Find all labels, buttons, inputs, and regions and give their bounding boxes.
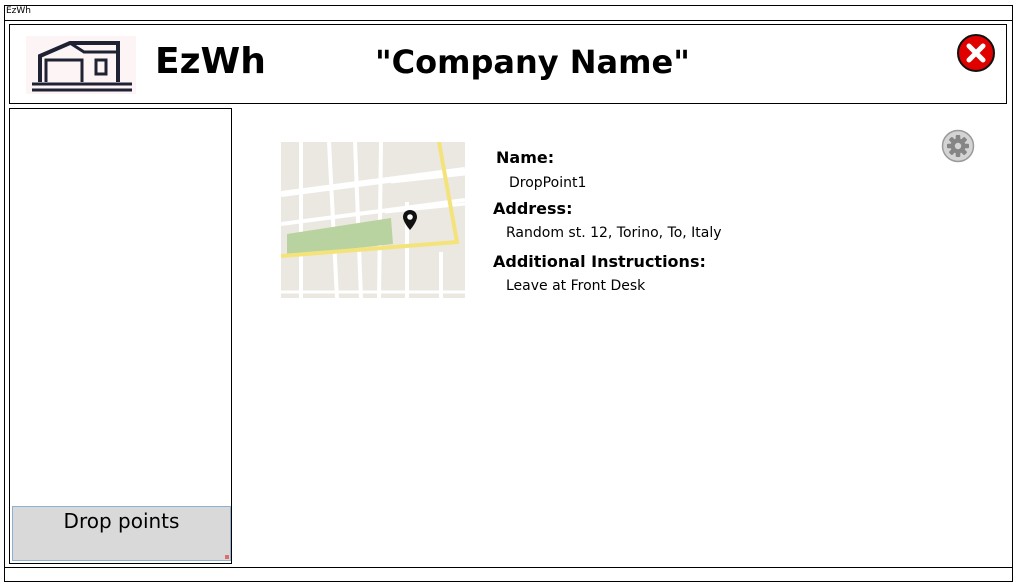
close-button[interactable] <box>956 33 996 73</box>
sidebar: Drop points <box>9 108 232 564</box>
app-name: EzWh <box>155 41 266 82</box>
window-title: EzWh <box>6 6 32 16</box>
name-label: Name: <box>496 148 555 167</box>
status-bar-divider <box>4 567 1013 568</box>
map-icon <box>281 142 465 298</box>
title-bar-divider <box>4 20 1013 21</box>
drop-points-label: Drop points <box>63 509 180 533</box>
close-icon <box>957 34 995 72</box>
instructions-label: Additional Instructions: <box>493 252 706 271</box>
instructions-value: Leave at Front Desk <box>506 278 646 294</box>
address-value: Random st. 12, Torino, To, Italy <box>506 225 722 241</box>
name-value: DropPoint1 <box>509 175 587 191</box>
header-bar: EzWh "Company Name" <box>9 24 1007 104</box>
warehouse-icon <box>32 41 132 92</box>
logo <box>26 36 136 94</box>
address-label: Address: <box>493 199 573 218</box>
company-name: "Company Name" <box>375 43 690 81</box>
settings-button[interactable] <box>941 129 975 163</box>
resize-handle <box>225 555 229 559</box>
gear-icon <box>941 129 975 163</box>
map-thumbnail <box>281 142 465 298</box>
map-pin-icon <box>403 210 417 230</box>
drop-points-button[interactable]: Drop points <box>12 506 231 561</box>
